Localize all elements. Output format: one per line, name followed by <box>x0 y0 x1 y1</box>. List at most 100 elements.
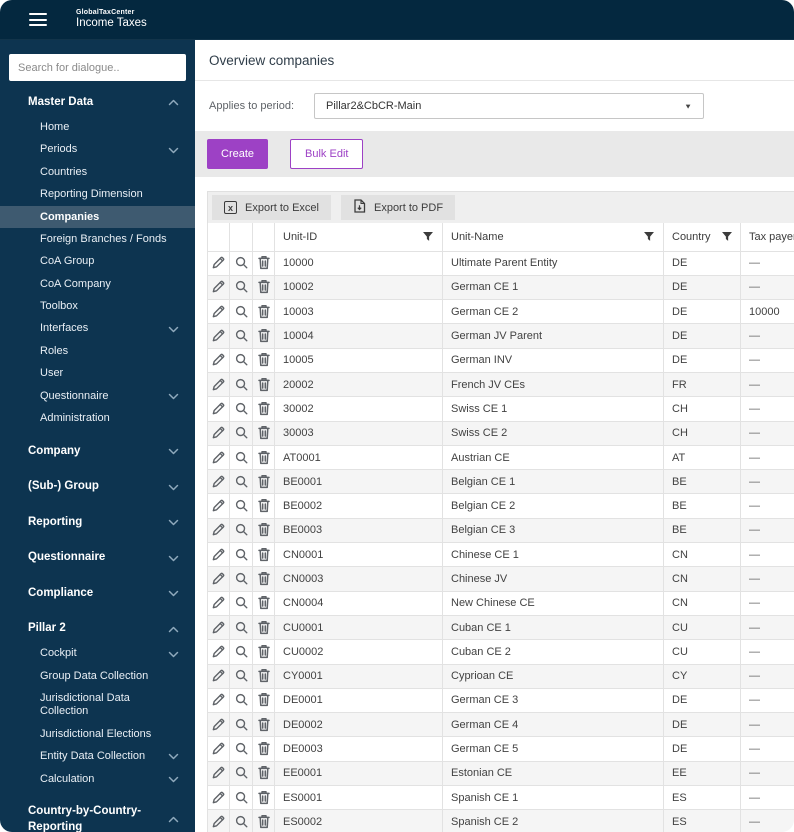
sidebar-item-cockpit[interactable]: Cockpit <box>0 643 195 665</box>
edit-button[interactable] <box>211 302 226 319</box>
edit-button[interactable] <box>211 763 226 780</box>
delete-button[interactable] <box>257 350 271 367</box>
view-button[interactable] <box>234 666 249 683</box>
sidebar-section-pillar-2[interactable]: Pillar 2 <box>0 614 195 643</box>
view-button[interactable] <box>234 763 249 780</box>
sidebar-item-jurisdictional-elections[interactable]: Jurisdictional Elections <box>0 723 195 745</box>
delete-button[interactable] <box>257 423 271 440</box>
delete-button[interactable] <box>257 277 271 294</box>
sidebar-item-roles[interactable]: Roles <box>0 340 195 362</box>
sidebar-section-compliance[interactable]: Compliance <box>0 579 195 608</box>
sidebar-item-home[interactable]: Home <box>0 117 195 139</box>
edit-button[interactable] <box>211 496 226 513</box>
hamburger-icon[interactable] <box>29 13 47 26</box>
view-button[interactable] <box>234 448 249 465</box>
delete-button[interactable] <box>257 375 271 392</box>
view-button[interactable] <box>234 788 249 805</box>
view-button[interactable] <box>234 496 249 513</box>
delete-button[interactable] <box>257 448 271 465</box>
filter-funnel-icon[interactable] <box>422 231 434 243</box>
edit-button[interactable] <box>211 545 226 562</box>
delete-button[interactable] <box>257 569 271 586</box>
edit-button[interactable] <box>211 569 226 586</box>
delete-button[interactable] <box>257 302 271 319</box>
create-button[interactable]: Create <box>207 139 269 169</box>
edit-button[interactable] <box>211 423 226 440</box>
view-button[interactable] <box>234 399 249 416</box>
delete-button[interactable] <box>257 545 271 562</box>
view-button[interactable] <box>234 326 249 343</box>
view-button[interactable] <box>234 253 249 270</box>
delete-button[interactable] <box>257 496 271 513</box>
edit-button[interactable] <box>211 593 226 610</box>
sidebar-item-calculation[interactable]: Calculation <box>0 768 195 790</box>
sidebar-item-jurisdictional-data-collection[interactable]: Jurisdictional Data Collection <box>0 688 195 724</box>
view-button[interactable] <box>234 375 249 392</box>
filter-funnel-icon[interactable] <box>721 231 733 243</box>
view-button[interactable] <box>234 690 249 707</box>
delete-button[interactable] <box>257 253 271 270</box>
delete-button[interactable] <box>257 812 271 829</box>
export-pdf-button[interactable]: Export to PDF <box>340 195 456 220</box>
view-button[interactable] <box>234 812 249 829</box>
view-button[interactable] <box>234 350 249 367</box>
edit-button[interactable] <box>211 739 226 756</box>
sidebar-item-group-data-collection[interactable]: Group Data Collection <box>0 665 195 687</box>
sidebar-item-interfaces[interactable]: Interfaces <box>0 318 195 340</box>
delete-button[interactable] <box>257 399 271 416</box>
sidebar-item-companies[interactable]: Companies <box>0 206 195 229</box>
view-button[interactable] <box>234 642 249 659</box>
edit-button[interactable] <box>211 666 226 683</box>
edit-button[interactable] <box>211 277 226 294</box>
sidebar-section-country-by-country-reporting[interactable]: Country-by-Country-Reporting <box>0 797 195 832</box>
edit-button[interactable] <box>211 520 226 537</box>
delete-button[interactable] <box>257 326 271 343</box>
view-button[interactable] <box>234 302 249 319</box>
sidebar-item-reporting-dimension[interactable]: Reporting Dimension <box>0 184 195 206</box>
edit-button[interactable] <box>211 812 226 829</box>
bulk-edit-button[interactable]: Bulk Edit <box>290 139 364 169</box>
delete-button[interactable] <box>257 520 271 537</box>
delete-button[interactable] <box>257 788 271 805</box>
edit-button[interactable] <box>211 472 226 489</box>
edit-button[interactable] <box>211 788 226 805</box>
sidebar-section-questionnaire[interactable]: Questionnaire <box>0 543 195 572</box>
edit-button[interactable] <box>211 618 226 635</box>
sidebar-item-user[interactable]: User <box>0 363 195 385</box>
view-button[interactable] <box>234 545 249 562</box>
edit-button[interactable] <box>211 326 226 343</box>
period-select[interactable]: Pillar2&CbCR-Main ▼ <box>314 93 704 119</box>
delete-button[interactable] <box>257 593 271 610</box>
delete-button[interactable] <box>257 715 271 732</box>
sidebar-section-company[interactable]: Company <box>0 437 195 466</box>
sidebar-item-foreign-branches-fonds[interactable]: Foreign Branches / Fonds <box>0 228 195 250</box>
export-excel-button[interactable]: Export to Excel <box>212 195 331 220</box>
view-button[interactable] <box>234 277 249 294</box>
delete-button[interactable] <box>257 618 271 635</box>
edit-button[interactable] <box>211 399 226 416</box>
edit-button[interactable] <box>211 350 226 367</box>
view-button[interactable] <box>234 520 249 537</box>
view-button[interactable] <box>234 593 249 610</box>
view-button[interactable] <box>234 472 249 489</box>
view-button[interactable] <box>234 715 249 732</box>
sidebar-section-reporting[interactable]: Reporting <box>0 508 195 537</box>
view-button[interactable] <box>234 569 249 586</box>
delete-button[interactable] <box>257 642 271 659</box>
edit-button[interactable] <box>211 448 226 465</box>
delete-button[interactable] <box>257 763 271 780</box>
sidebar-item-toolbox[interactable]: Toolbox <box>0 296 195 318</box>
delete-button[interactable] <box>257 472 271 489</box>
view-button[interactable] <box>234 739 249 756</box>
sidebar-item-coa-group[interactable]: CoA Group <box>0 251 195 273</box>
sidebar-item-administration[interactable]: Administration <box>0 407 195 429</box>
delete-button[interactable] <box>257 666 271 683</box>
edit-button[interactable] <box>211 375 226 392</box>
view-button[interactable] <box>234 618 249 635</box>
view-button[interactable] <box>234 423 249 440</box>
search-input[interactable] <box>9 54 186 81</box>
sidebar-item-entity-data-collection[interactable]: Entity Data Collection <box>0 746 195 768</box>
sidebar-section-master-data[interactable]: Master Data <box>0 88 195 117</box>
edit-button[interactable] <box>211 690 226 707</box>
sidebar-item-coa-company[interactable]: CoA Company <box>0 273 195 295</box>
